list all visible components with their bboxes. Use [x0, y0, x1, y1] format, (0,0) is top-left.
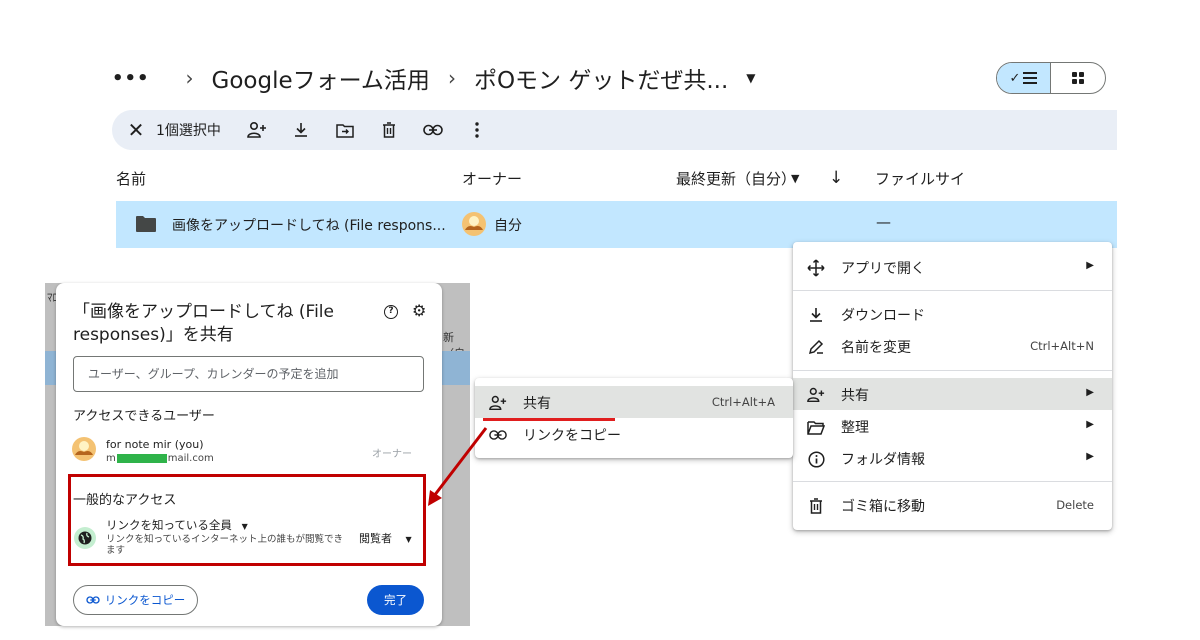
breadcrumb: ••• › Googleフォーム活用 › ポOモン ゲットだぜ共... ▼	[112, 58, 756, 98]
file-name: 画像をアップロードしてね (File respons...	[172, 218, 446, 234]
list-view-button[interactable]: ✓	[997, 63, 1052, 93]
move-to-folder-icon[interactable]	[323, 114, 367, 146]
menu-item-organize[interactable]: 整理 ▶	[793, 410, 1112, 442]
menu-divider	[793, 290, 1112, 291]
link-icon[interactable]	[411, 114, 455, 146]
clear-selection-icon[interactable]: ✕	[124, 118, 148, 142]
caret-down-icon[interactable]: ▼	[791, 172, 799, 185]
sort-arrow-down-icon[interactable]: ↓	[829, 168, 843, 188]
help-icon[interactable]: ?	[384, 305, 398, 319]
person-add-icon	[489, 394, 507, 412]
annotation-highlight-box	[68, 474, 426, 566]
folder-icon	[136, 216, 156, 232]
menu-label: アプリで開く	[841, 261, 925, 277]
menu-item-open-with[interactable]: アプリで開く ▶	[793, 251, 1112, 283]
trash-icon	[807, 497, 825, 515]
owner-name: 自分	[494, 218, 522, 234]
menu-divider	[793, 370, 1112, 371]
menu-label: 共有	[841, 388, 869, 404]
menu-label: ダウンロード	[841, 308, 925, 324]
chevron-right-icon: ›	[185, 66, 194, 90]
submenu-item-share[interactable]: 共有 Ctrl+Alt+A	[475, 386, 793, 418]
menu-item-folder-info[interactable]: フォルダ情報 ▶	[793, 442, 1112, 474]
caret-down-icon[interactable]: ▼	[746, 71, 755, 85]
user-name: for note mir (you)	[106, 438, 204, 451]
column-header-modified[interactable]: 最終更新（自分）	[676, 168, 796, 189]
redaction-mask	[116, 454, 167, 463]
breadcrumb-folder[interactable]: Googleフォーム活用	[212, 61, 430, 95]
table-row-selected[interactable]: 画像をアップロードしてね (File respons... 自分 —	[116, 201, 1117, 248]
background-selected-row	[442, 351, 470, 385]
menu-label: 名前を変更	[841, 340, 911, 356]
people-with-access-heading: アクセスできるユーザー	[73, 409, 215, 424]
download-icon[interactable]	[279, 114, 323, 146]
info-icon	[807, 450, 825, 468]
menu-label: 共有	[523, 396, 551, 412]
annotation-arrow	[428, 427, 488, 506]
user-email: m mail.com	[106, 453, 214, 464]
share-person-add-icon[interactable]	[235, 114, 279, 146]
selection-count: 1個選択中	[156, 123, 221, 139]
copy-link-label: リンクをコピー	[104, 593, 186, 607]
selection-toolbar: ✕ 1個選択中	[112, 110, 1117, 150]
download-icon	[807, 306, 825, 324]
done-button[interactable]: 完了	[367, 585, 424, 615]
grid-icon	[1072, 72, 1084, 84]
trash-icon[interactable]	[367, 114, 411, 146]
add-people-input[interactable]: ユーザー、グループ、カレンダーの予定を追加	[73, 356, 424, 392]
dialog-title: 「画像をアップロードしてね (File responses)」を共有	[73, 302, 334, 345]
menu-item-rename[interactable]: 名前を変更 Ctrl+Alt+N	[793, 330, 1112, 362]
breadcrumb-more-button[interactable]: •••	[112, 68, 150, 89]
person-add-icon	[807, 386, 825, 404]
menu-divider	[793, 481, 1112, 482]
column-header-name[interactable]: 名前	[116, 168, 146, 189]
check-icon: ✓	[1009, 70, 1021, 86]
background-selected-row	[45, 351, 56, 385]
email-prefix: m	[106, 453, 116, 464]
menu-label: 整理	[841, 420, 869, 436]
breadcrumb-current-folder[interactable]: ポOモン ゲットだぜ共...	[474, 61, 728, 95]
email-suffix: mail.com	[167, 453, 214, 464]
list-icon	[1023, 72, 1038, 84]
column-header-owner[interactable]: オーナー	[462, 168, 522, 189]
menu-item-share[interactable]: 共有 ▶	[793, 378, 1112, 410]
view-toggle: ✓	[996, 62, 1106, 94]
copy-link-button[interactable]: リンクをコピー	[73, 585, 198, 615]
menu-item-download[interactable]: ダウンロード	[793, 298, 1112, 330]
owner-avatar	[462, 212, 486, 236]
file-size: —	[876, 213, 891, 231]
menu-item-trash[interactable]: ゴミ箱に移動 Delete	[793, 489, 1112, 521]
submenu-item-copy-link[interactable]: リンクをコピー	[475, 418, 793, 450]
link-icon	[86, 596, 100, 604]
chevron-right-icon: ›	[447, 66, 456, 90]
grid-view-button[interactable]	[1051, 63, 1105, 93]
column-header-size[interactable]: ファイルサイ	[875, 168, 965, 189]
context-menu: アプリで開く ▶ ダウンロード 名前を変更 Ctrl+Alt+N 共有 ▶ 整理…	[793, 242, 1112, 530]
more-vert-icon[interactable]	[455, 114, 499, 146]
shortcut-label: Ctrl+Alt+A	[711, 395, 775, 409]
submenu-arrow-icon: ▶	[1086, 419, 1094, 430]
shortcut-label: Ctrl+Alt+N	[1030, 339, 1094, 353]
submenu-arrow-icon: ▶	[1086, 260, 1094, 271]
settings-gear-icon[interactable]: ⚙	[412, 301, 426, 320]
submenu-arrow-icon: ▶	[1086, 387, 1094, 398]
menu-label: ゴミ箱に移動	[841, 499, 925, 515]
pencil-icon	[807, 338, 825, 356]
move-arrows-icon	[807, 259, 825, 277]
submenu-arrow-icon: ▶	[1086, 451, 1094, 462]
annotation-underline	[483, 418, 615, 421]
shortcut-label: Delete	[1056, 498, 1094, 512]
avatar	[72, 437, 96, 461]
user-role: オーナー	[372, 449, 412, 460]
menu-label: フォルダ情報	[841, 452, 925, 468]
share-dialog: 「画像をアップロードしてね (File responses)」を共有 ? ⚙ ユ…	[56, 283, 442, 626]
folder-open-icon	[807, 418, 825, 436]
menu-label: リンクをコピー	[523, 428, 621, 444]
